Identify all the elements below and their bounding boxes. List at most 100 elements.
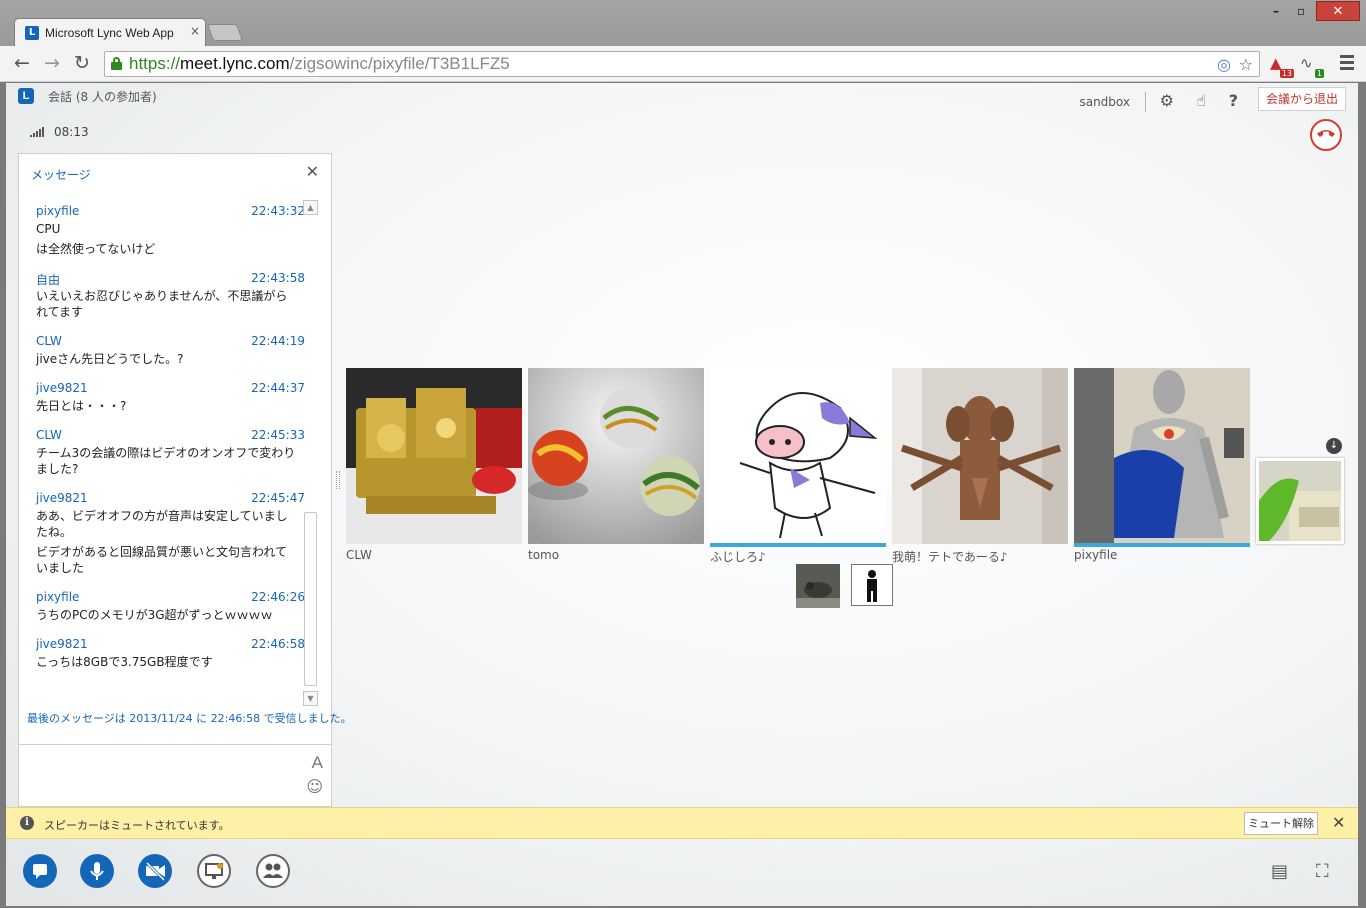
message-sender[interactable]: jive9821 [36,381,88,395]
message-text: うちのPCのメモリが3G超がずっとｗｗｗｗ [36,608,273,622]
participant-video [710,368,886,544]
message-text: 先日とは・・・? [36,399,127,413]
divider [1145,92,1146,112]
reload-icon[interactable]: ↻ [74,52,90,74]
message-item: CLW 22:45:33 チーム3の会議の際はビデオのオンオフで変わりました? [19,426,305,489]
emoticon-icon[interactable]: ☺ [306,777,323,796]
person-silhouette-icon[interactable] [851,564,893,606]
message-item: pixyfile 22:46:26 うちのPCのメモリが3G超がずっとｗｗｗｗ [19,588,305,635]
leave-meeting-button[interactable]: 会議から退出 [1258,87,1346,111]
lync-web-app: L 会話 (8 人の参加者) 08:13 sandbox ⚙ ☝ ? 会議から退… [6,83,1358,906]
fullscreen-icon[interactable]: ⛶ [1316,861,1329,882]
forward-icon[interactable]: → [44,52,60,74]
url-text[interactable]: https://meet.lync.com/zigsowinc/pixyfile… [129,54,510,74]
message-item: pixyfile 22:43:32 CPU は全然使ってないけど [19,202,305,269]
back-icon[interactable]: ← [14,52,30,74]
message-time: 22:44:37 [251,381,305,395]
message-sender[interactable]: CLW [36,334,62,348]
translate-icon[interactable]: ◎ [1217,55,1231,74]
message-time: 22:43:58 [251,271,305,285]
maximize-icon[interactable]: ▫ [1297,4,1305,18]
message-time: 22:43:32 [251,204,305,218]
message-text: こっちは8GBで3.75GB程度です [36,655,213,669]
video-off-icon[interactable] [138,854,172,888]
bookmark-star-icon[interactable]: ☆ [1239,55,1253,74]
message-text: jiveさん先日どうでした。? [36,352,184,366]
message-compose-input[interactable]: A ☺ [19,744,331,806]
participant-video [1074,368,1250,544]
message-text: CPU [36,222,61,236]
browser-menu-icon[interactable] [1340,55,1354,73]
message-time: 22:45:47 [251,491,305,505]
present-icon[interactable] [197,854,231,888]
message-list: pixyfile 22:43:32 CPU は全然使ってないけど 自由 22:43:… [19,202,305,708]
message-sender[interactable]: pixyfile [36,204,79,218]
message-sender[interactable]: jive9821 [36,491,88,505]
extension-alert-icon[interactable]: ▲ 13 [1270,54,1294,78]
message-item: jive9821 22:44:37 先日とは・・・? [19,379,305,426]
extension-pulse-icon[interactable]: ∿ 1 [1300,54,1324,78]
close-icon[interactable]: ✕ [306,162,319,181]
participant-name: tomo [528,548,560,562]
message-item: 自由 22:43:58 いえいえお忍びじゃありませんが、不思議がられてます [19,269,305,332]
participant-name: 我萌！テトであーる♪ [892,550,1008,564]
hangup-icon[interactable] [1310,119,1342,151]
browser-tab[interactable]: L Microsoft Lync Web App × [14,18,206,46]
scroll-thumb[interactable] [304,512,317,686]
message-sender[interactable]: 自由 [36,271,60,288]
last-received-status: 最後のメッセージは 2013/11/24 に 22:46:58 で受信しました。 [27,712,352,725]
message-text: チーム3の会議の際はビデオのオンオフで変わりました? [36,446,296,476]
speaking-indicator [710,543,886,547]
help-icon[interactable]: ? [1229,91,1238,110]
hand-icon[interactable]: ☝ [1196,91,1206,110]
user-name[interactable]: sandbox [1079,95,1130,109]
gear-icon[interactable]: ⚙ [1160,91,1174,110]
participant-mini-thumbnail[interactable] [796,564,840,608]
scroll-down-icon[interactable]: ▼ [303,691,318,706]
message-item: jive9821 22:45:47 ああ、ビデオオフの方が音声は安定していましたね… [19,489,305,588]
expand-down-icon[interactable]: ↓ [1326,438,1342,454]
microphone-icon[interactable] [80,854,114,888]
browser-toolbar: ← → ↻ https://meet.lync.com/zigsowinc/pi… [0,46,1366,82]
browser-titlebar: L Microsoft Lync Web App × – ▫ ✕ [0,0,1366,46]
lync-logo-icon: L [18,88,34,104]
scroll-up-icon[interactable]: ▲ [303,200,318,215]
participant-video [346,368,522,544]
notification-text: スピーカーはミュートされています。 [44,819,230,832]
meeting-layout-icon[interactable]: ▤ [1271,861,1288,882]
font-icon[interactable]: A [312,753,323,773]
message-item: CLW 22:44:19 jiveさん先日どうでした。? [19,332,305,379]
participant-name: pixyfile [1074,548,1118,562]
participant-name: CLW [346,548,372,562]
message-text: いえいえお忍びじゃありませんが、不思議がられてます [36,289,288,319]
top-right-controls: sandbox ⚙ ☝ ? 会議から退出 [1046,87,1346,112]
im-icon[interactable] [23,854,57,888]
lock-icon [111,57,122,70]
lync-favicon-icon: L [25,26,39,40]
message-item: jive9821 22:46:58 こっちは8GBで3.75GB程度です [19,635,305,682]
self-view-thumbnail[interactable] [1256,458,1344,544]
minimize-icon[interactable]: – [1273,4,1279,18]
message-text: ビデオがあると回線品質が悪いと文句言われていました [36,545,288,575]
participant-name: ふじしろ♪ [710,550,766,564]
participant-video [528,368,704,544]
video-gallery: CLW tomo ふじしろ♪ 我萌！テトであーる♪ pixyfile ↓ [346,368,1350,628]
message-scrollbar[interactable]: ▲ ▼ [303,200,319,706]
tab-close-icon[interactable]: × [190,24,200,38]
message-sender[interactable]: jive9821 [36,637,88,651]
conversation-title: 会話 (8 人の参加者) [48,90,157,104]
address-bar[interactable]: https://meet.lync.com/zigsowinc/pixyfile… [104,51,1260,77]
message-sender[interactable]: CLW [36,428,62,442]
info-icon: i [20,816,34,830]
window-close-button[interactable]: ✕ [1316,1,1360,21]
participant-video [892,368,1068,544]
participants-icon[interactable] [256,854,290,888]
message-time: 22:45:33 [251,428,305,442]
panel-resize-handle[interactable] [336,471,340,489]
close-icon[interactable]: ✕ [1332,813,1345,832]
unmute-button[interactable]: ミュート解除 [1244,812,1318,835]
mute-notification-bar: i スピーカーはミュートされています。 ミュート解除 ✕ [6,807,1358,839]
messages-title: メッセージ [31,168,91,182]
new-tab-button[interactable] [206,24,244,41]
message-sender[interactable]: pixyfile [36,590,79,604]
